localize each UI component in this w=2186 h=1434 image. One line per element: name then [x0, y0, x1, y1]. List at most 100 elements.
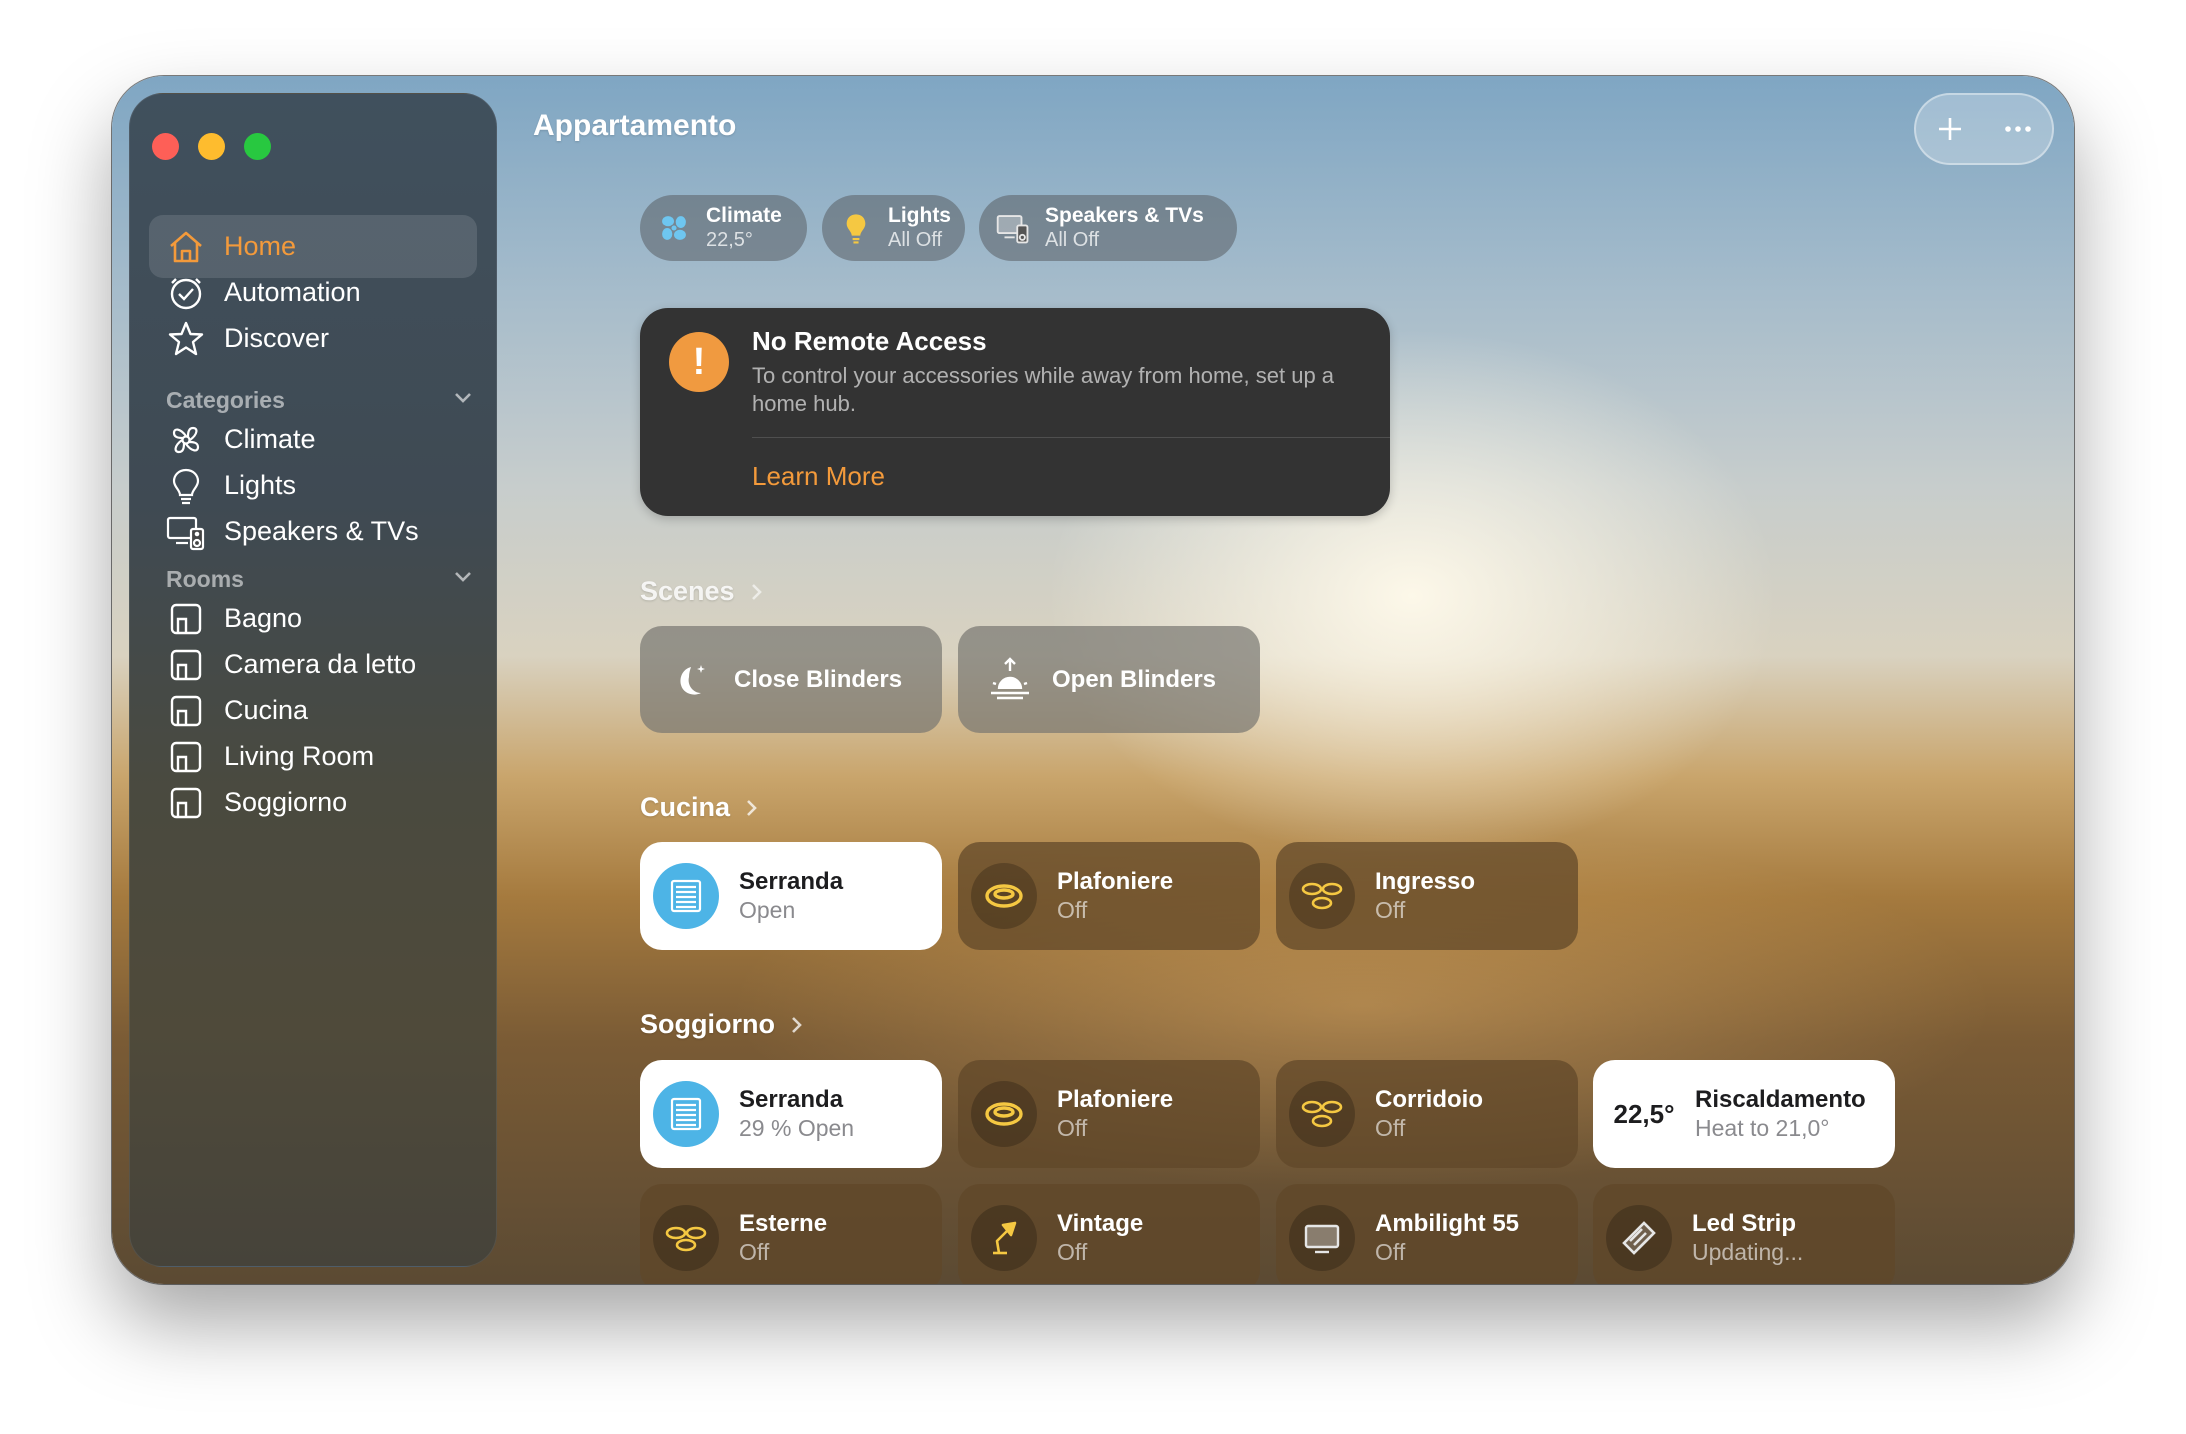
- scene-open-blinders[interactable]: Open Blinders: [958, 626, 1260, 733]
- alert-body: To control your accessories while away f…: [752, 363, 1335, 416]
- tile-status: Open: [739, 896, 796, 923]
- plus-icon: [1939, 118, 1961, 140]
- sidebar-item-label: Discover: [224, 323, 330, 353]
- room-section-header-cucina[interactable]: Cucina: [640, 792, 762, 823]
- sidebar-item-discover[interactable]: Discover: [149, 307, 477, 370]
- scenes-section-header[interactable]: Scenes: [640, 576, 767, 607]
- tile-name: Plafoniere: [1057, 1085, 1174, 1113]
- add-button[interactable]: [1934, 113, 1966, 145]
- sunrise-icon: [982, 652, 1038, 708]
- room-icon: [164, 781, 208, 825]
- tile-status: Heat to 21,0°: [1695, 1114, 1830, 1141]
- app-window: Home Automation Discover Categories Clim…: [112, 76, 2074, 1284]
- sidebar-item-label: Automation: [224, 277, 361, 307]
- sidebar-item-label: Bagno: [224, 603, 303, 633]
- sidebar: Home Automation Discover Categories Clim…: [129, 93, 497, 1267]
- section-title: Cucina: [640, 792, 731, 822]
- close-window-button[interactable]: [152, 133, 179, 160]
- tile-name: Serranda: [739, 1085, 844, 1113]
- lightbulb-icon: [836, 211, 876, 245]
- ceiling-light-icon: [971, 863, 1037, 929]
- pill-name: Climate: [706, 204, 782, 228]
- tile-status: Updating...: [1692, 1238, 1804, 1265]
- tile-status: Off: [1057, 1114, 1088, 1141]
- section-title: Soggiorno: [640, 1009, 775, 1039]
- ceiling-lights-group-icon: [653, 1205, 719, 1271]
- zoom-window-button[interactable]: [244, 133, 271, 160]
- sidebar-item-speakers-tvs[interactable]: Speakers & TVs: [149, 500, 477, 563]
- accessory-tile-soggiorno-ambilight[interactable]: Ambilight 55 Off: [1276, 1184, 1578, 1284]
- accessory-tile-soggiorno-corridoio[interactable]: Corridoio Off: [1276, 1060, 1578, 1168]
- tile-status: Off: [1057, 1238, 1088, 1265]
- summary-pill-climate[interactable]: Climate 22,5°: [640, 195, 807, 261]
- tile-name: Ingresso: [1375, 867, 1476, 895]
- scene-name: Open Blinders: [1052, 665, 1217, 693]
- ceiling-lights-group-icon: [1289, 863, 1355, 929]
- sidebar-item-label: Living Room: [224, 741, 375, 771]
- tile-status: Off: [1375, 896, 1406, 923]
- chevron-right-icon: [747, 799, 757, 816]
- sidebar-item-label: Speakers & TVs: [224, 516, 419, 546]
- sidebar-item-soggiorno[interactable]: Soggiorno: [149, 771, 477, 834]
- ceiling-light-icon: [971, 1081, 1037, 1147]
- summary-pill-lights[interactable]: Lights All Off: [822, 195, 965, 261]
- more-button[interactable]: [2002, 113, 2034, 145]
- toolbar-actions: [1914, 93, 2054, 165]
- learn-more-link[interactable]: Learn More: [752, 461, 885, 492]
- scene-name: Close Blinders: [734, 665, 903, 693]
- tile-status: Off: [739, 1238, 770, 1265]
- tile-status: Off: [1057, 896, 1088, 923]
- sidebar-item-label: Cucina: [224, 695, 309, 725]
- accessory-tile-soggiorno-plafoniere[interactable]: Plafoniere Off: [958, 1060, 1260, 1168]
- minimize-window-button[interactable]: [198, 133, 225, 160]
- accessory-tile-soggiorno-vintage[interactable]: Vintage Off: [958, 1184, 1260, 1284]
- chevron-right-icon: [751, 583, 762, 600]
- accessory-tile-soggiorno-serranda[interactable]: Serranda 29 % Open: [640, 1060, 942, 1168]
- accessory-tile-cucina-plafoniere[interactable]: Plafoniere Off: [958, 842, 1260, 950]
- page-title: Appartamento: [533, 109, 737, 142]
- section-title: Scenes: [640, 576, 735, 606]
- tv-speaker-icon: [164, 510, 208, 554]
- tile-status: Off: [1375, 1238, 1406, 1265]
- warning-icon: !: [669, 332, 729, 392]
- main-content: Appartamento Climate 22,5° Lights All Off …: [497, 76, 2074, 1284]
- no-remote-access-card: ! No Remote Access To control your acces…: [640, 308, 1390, 516]
- tile-name: Led Strip: [1692, 1209, 1797, 1237]
- tile-name: Corridoio: [1375, 1085, 1483, 1113]
- ellipsis-icon: [2005, 126, 2031, 132]
- blinds-icon: [653, 1081, 719, 1147]
- room-section-header-soggiorno[interactable]: Soggiorno: [640, 1009, 807, 1040]
- tile-name: Plafoniere: [1057, 867, 1174, 895]
- tile-name: Riscaldamento: [1695, 1085, 1866, 1113]
- accessory-tile-soggiorno-riscaldamento[interactable]: 22,5° Riscaldamento Heat to 21,0°: [1593, 1060, 1895, 1168]
- led-strip-icon: [1606, 1205, 1672, 1271]
- blinds-icon: [653, 863, 719, 929]
- tv-speaker-icon: [993, 211, 1033, 245]
- tile-name: Esterne: [739, 1209, 828, 1237]
- chevron-right-icon: [792, 1016, 802, 1033]
- scene-close-blinders[interactable]: Close Blinders: [640, 626, 942, 733]
- pill-value: All Off: [888, 228, 943, 251]
- tile-status: Off: [1375, 1114, 1406, 1141]
- tile-status: 29 % Open: [739, 1114, 855, 1141]
- accessory-tile-soggiorno-led-strip[interactable]: Led Strip Updating...: [1593, 1184, 1895, 1284]
- alert-divider: [752, 437, 1390, 438]
- tile-name: Serranda: [739, 867, 844, 895]
- star-icon: [164, 317, 208, 361]
- accessory-tile-soggiorno-esterne[interactable]: Esterne Off: [640, 1184, 942, 1284]
- window-controls: [152, 133, 271, 160]
- moon-stars-icon: [664, 652, 720, 708]
- accessory-tile-cucina-ingresso[interactable]: Ingresso Off: [1276, 842, 1578, 950]
- desk-lamp-icon: [971, 1205, 1037, 1271]
- pill-name: Lights: [888, 204, 951, 228]
- tile-name: Vintage: [1057, 1209, 1144, 1237]
- accessory-tile-cucina-serranda[interactable]: Serranda Open: [640, 842, 942, 950]
- fan-icon: [654, 211, 694, 245]
- sidebar-item-label: Home: [224, 231, 297, 261]
- summary-pill-speakers-tvs[interactable]: Speakers & TVs All Off: [979, 195, 1237, 261]
- sidebar-item-label: Lights: [224, 470, 297, 500]
- tile-name: Ambilight 55: [1375, 1209, 1520, 1237]
- pill-name: Speakers & TVs: [1045, 204, 1204, 228]
- sidebar-item-label: Climate: [224, 424, 316, 454]
- sidebar-item-label: Soggiorno: [224, 787, 348, 817]
